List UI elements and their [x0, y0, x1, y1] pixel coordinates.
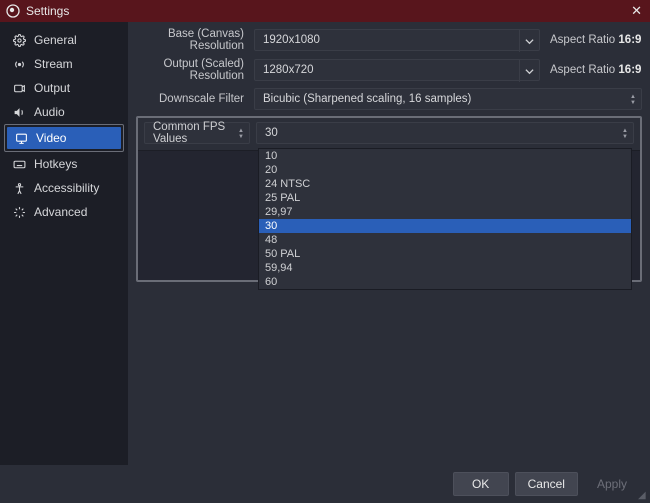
base-resolution-value: 1920x1080 — [263, 34, 320, 46]
sidebar-item-audio[interactable]: Audio — [0, 100, 128, 124]
sidebar-item-video[interactable]: Video — [4, 124, 124, 152]
fps-dropdown[interactable]: 10 20 24 NTSC 25 PAL 29,97 30 48 50 PAL … — [258, 148, 632, 290]
base-resolution-label: Base (Canvas) Resolution — [136, 28, 248, 52]
sidebar-item-label: Accessibility — [34, 181, 99, 195]
sidebar-item-stream[interactable]: Stream — [0, 52, 128, 76]
fps-option[interactable]: 29,97 — [259, 205, 631, 219]
output-resolution-value: 1280x720 — [263, 64, 314, 76]
sidebar-item-label: Output — [34, 81, 70, 95]
fps-option[interactable]: 50 PAL — [259, 247, 631, 261]
fps-option-selected[interactable]: 30 — [259, 219, 631, 233]
output-aspect-ratio: Aspect Ratio 16:9 — [546, 64, 642, 76]
sidebar-item-accessibility[interactable]: Accessibility — [0, 176, 128, 200]
sidebar-item-label: Video — [36, 131, 66, 145]
sidebar-item-general[interactable]: General — [0, 28, 128, 52]
close-icon[interactable]: ✕ — [629, 3, 644, 19]
downscale-filter-value: Bicubic (Sharpened scaling, 16 samples) — [263, 93, 471, 105]
output-resolution-combo[interactable]: 1280x720 — [254, 59, 540, 81]
fps-mode-label: Common FPS Values — [153, 121, 231, 145]
fps-option[interactable]: 48 — [259, 233, 631, 247]
fps-panel: Common FPS Values ▲▼ 30 ▲▼ 10 20 24 NTSC — [136, 116, 642, 282]
fps-option[interactable]: 25 PAL — [259, 191, 631, 205]
sidebar-item-hotkeys[interactable]: Hotkeys — [0, 152, 128, 176]
accessibility-icon — [12, 181, 26, 195]
content-pane: Base (Canvas) Resolution 1920x1080 Aspec… — [128, 22, 650, 465]
window-title: Settings — [26, 4, 629, 18]
spinner-icon[interactable]: ▲▼ — [617, 123, 633, 145]
downscale-filter-row: Downscale Filter Bicubic (Sharpened scal… — [136, 88, 642, 110]
sidebar-item-label: Hotkeys — [34, 157, 77, 171]
monitor-icon — [15, 132, 28, 145]
fps-option[interactable]: 60 — [259, 275, 631, 289]
resize-grip-icon[interactable]: ◢ — [638, 491, 648, 501]
sidebar-item-output[interactable]: Output — [0, 76, 128, 100]
fps-option[interactable]: 20 — [259, 163, 631, 177]
output-resolution-label: Output (Scaled) Resolution — [136, 58, 248, 82]
downscale-filter-combo[interactable]: Bicubic (Sharpened scaling, 16 samples) … — [254, 88, 642, 110]
sidebar: General Stream Output Audio — [0, 22, 128, 465]
sidebar-item-label: Audio — [34, 105, 65, 119]
sidebar-item-advanced[interactable]: Advanced — [0, 200, 128, 224]
sidebar-item-label: Advanced — [34, 205, 87, 219]
app-icon — [6, 4, 20, 18]
fps-value-combo[interactable]: 30 ▲▼ — [256, 122, 634, 144]
spinner-icon[interactable]: ▲▼ — [233, 123, 249, 145]
output-resolution-row: Output (Scaled) Resolution 1280x720 Aspe… — [136, 58, 642, 82]
base-resolution-row: Base (Canvas) Resolution 1920x1080 Aspec… — [136, 28, 642, 52]
cancel-button[interactable]: Cancel — [515, 472, 578, 496]
base-aspect-ratio: Aspect Ratio 16:9 — [546, 34, 642, 46]
tools-icon — [12, 205, 26, 219]
footer: OK Cancel Apply — [0, 465, 650, 503]
broadcast-icon — [12, 57, 26, 71]
fps-option[interactable]: 59,94 — [259, 261, 631, 275]
sidebar-item-label: General — [34, 33, 77, 47]
chevron-down-icon[interactable] — [519, 60, 539, 82]
fps-option[interactable]: 24 NTSC — [259, 177, 631, 191]
gear-icon — [12, 33, 26, 47]
ok-button[interactable]: OK — [453, 472, 509, 496]
fps-mode-combo[interactable]: Common FPS Values ▲▼ — [144, 122, 250, 144]
base-resolution-combo[interactable]: 1920x1080 — [254, 29, 540, 51]
keyboard-icon — [12, 157, 26, 171]
output-icon — [12, 81, 26, 95]
sidebar-item-label: Stream — [34, 57, 73, 71]
fps-value: 30 — [265, 127, 278, 139]
chevron-down-icon[interactable] — [519, 30, 539, 52]
speaker-icon — [12, 105, 26, 119]
fps-option[interactable]: 10 — [259, 149, 631, 163]
titlebar: Settings ✕ — [0, 0, 650, 22]
spinner-icon[interactable]: ▲▼ — [625, 89, 641, 111]
apply-button: Apply — [584, 472, 640, 496]
downscale-filter-label: Downscale Filter — [136, 93, 248, 105]
